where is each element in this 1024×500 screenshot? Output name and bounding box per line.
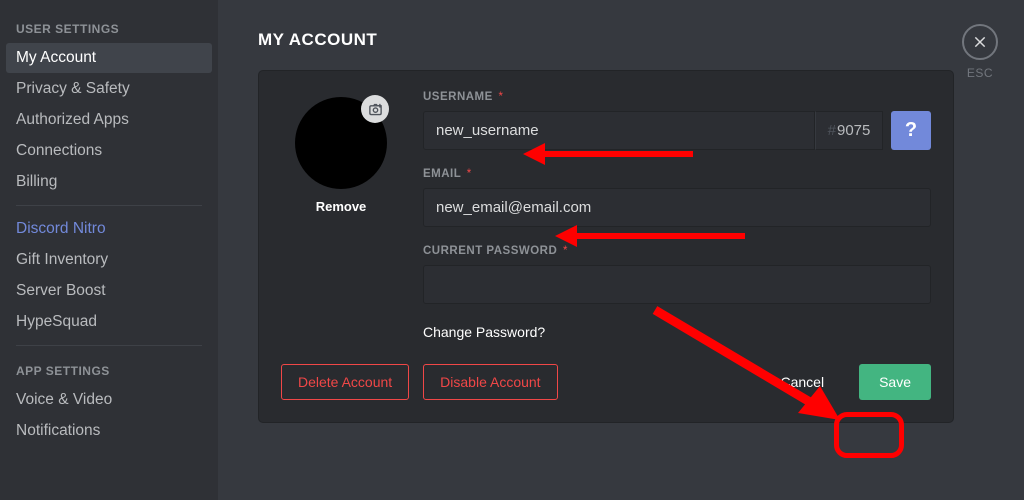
email-input[interactable]: [423, 188, 931, 227]
sidebar-item-label: Billing: [16, 173, 57, 190]
discriminator: #9075: [815, 111, 883, 150]
email-field: EMAIL *: [423, 168, 931, 227]
settings-sidebar: USER SETTINGS My Account Privacy & Safet…: [0, 0, 218, 500]
sidebar-item-label: Privacy & Safety: [16, 80, 130, 97]
email-label: EMAIL *: [423, 168, 931, 180]
password-input[interactable]: [423, 265, 931, 304]
close-icon: [972, 34, 988, 50]
username-input[interactable]: [423, 111, 815, 150]
sidebar-item-label: Gift Inventory: [16, 251, 108, 268]
username-field: USERNAME * #9075 ?: [423, 91, 931, 150]
sidebar-item-label: My Account: [16, 49, 96, 66]
close-wrap: ESC: [962, 24, 998, 80]
sidebar-item-gift-inventory[interactable]: Gift Inventory: [6, 245, 212, 275]
sidebar-item-hypesquad[interactable]: HypeSquad: [6, 307, 212, 337]
sidebar-item-notifications[interactable]: Notifications: [6, 416, 212, 446]
sidebar-item-voice-video[interactable]: Voice & Video: [6, 385, 212, 415]
sidebar-header-user: USER SETTINGS: [6, 12, 212, 42]
account-card: Remove USERNAME * #9075 ? EMAIL * CURR: [258, 70, 954, 423]
sidebar-item-label: Voice & Video: [16, 391, 112, 408]
sidebar-item-label: Notifications: [16, 422, 100, 439]
sidebar-header-app: APP SETTINGS: [6, 354, 212, 384]
sidebar-item-label: Discord Nitro: [16, 220, 106, 237]
main-content: MY ACCOUNT Remove USERNAME * #9075 ?: [218, 0, 1024, 500]
esc-label: ESC: [962, 66, 998, 80]
sidebar-item-nitro[interactable]: Discord Nitro: [6, 214, 212, 244]
divider: [16, 345, 202, 346]
username-label: USERNAME *: [423, 91, 931, 103]
help-button[interactable]: ?: [891, 111, 931, 150]
close-button[interactable]: [962, 24, 998, 60]
sidebar-item-server-boost[interactable]: Server Boost: [6, 276, 212, 306]
password-label: CURRENT PASSWORD *: [423, 245, 931, 257]
divider: [16, 205, 202, 206]
card-footer: Delete Account Disable Account Cancel Sa…: [281, 364, 931, 400]
sidebar-item-connections[interactable]: Connections: [6, 136, 212, 166]
sidebar-item-label: Server Boost: [16, 282, 106, 299]
sidebar-item-authorized-apps[interactable]: Authorized Apps: [6, 105, 212, 135]
avatar[interactable]: [295, 97, 387, 189]
disable-account-button[interactable]: Disable Account: [423, 364, 557, 400]
password-field: CURRENT PASSWORD *: [423, 245, 931, 304]
sidebar-item-my-account[interactable]: My Account: [6, 43, 212, 73]
remove-avatar-link[interactable]: Remove: [281, 199, 401, 214]
change-password-link[interactable]: Change Password?: [423, 322, 931, 342]
save-button[interactable]: Save: [859, 364, 931, 400]
avatar-column: Remove: [281, 91, 401, 342]
delete-account-button[interactable]: Delete Account: [281, 364, 409, 400]
sidebar-item-billing[interactable]: Billing: [6, 167, 212, 197]
sidebar-item-privacy[interactable]: Privacy & Safety: [6, 74, 212, 104]
sidebar-item-label: Authorized Apps: [16, 111, 129, 128]
upload-avatar-icon[interactable]: [361, 95, 389, 123]
cancel-button[interactable]: Cancel: [763, 364, 841, 400]
page-title: MY ACCOUNT: [258, 30, 954, 50]
sidebar-item-label: Connections: [16, 142, 102, 159]
sidebar-item-label: HypeSquad: [16, 313, 97, 330]
